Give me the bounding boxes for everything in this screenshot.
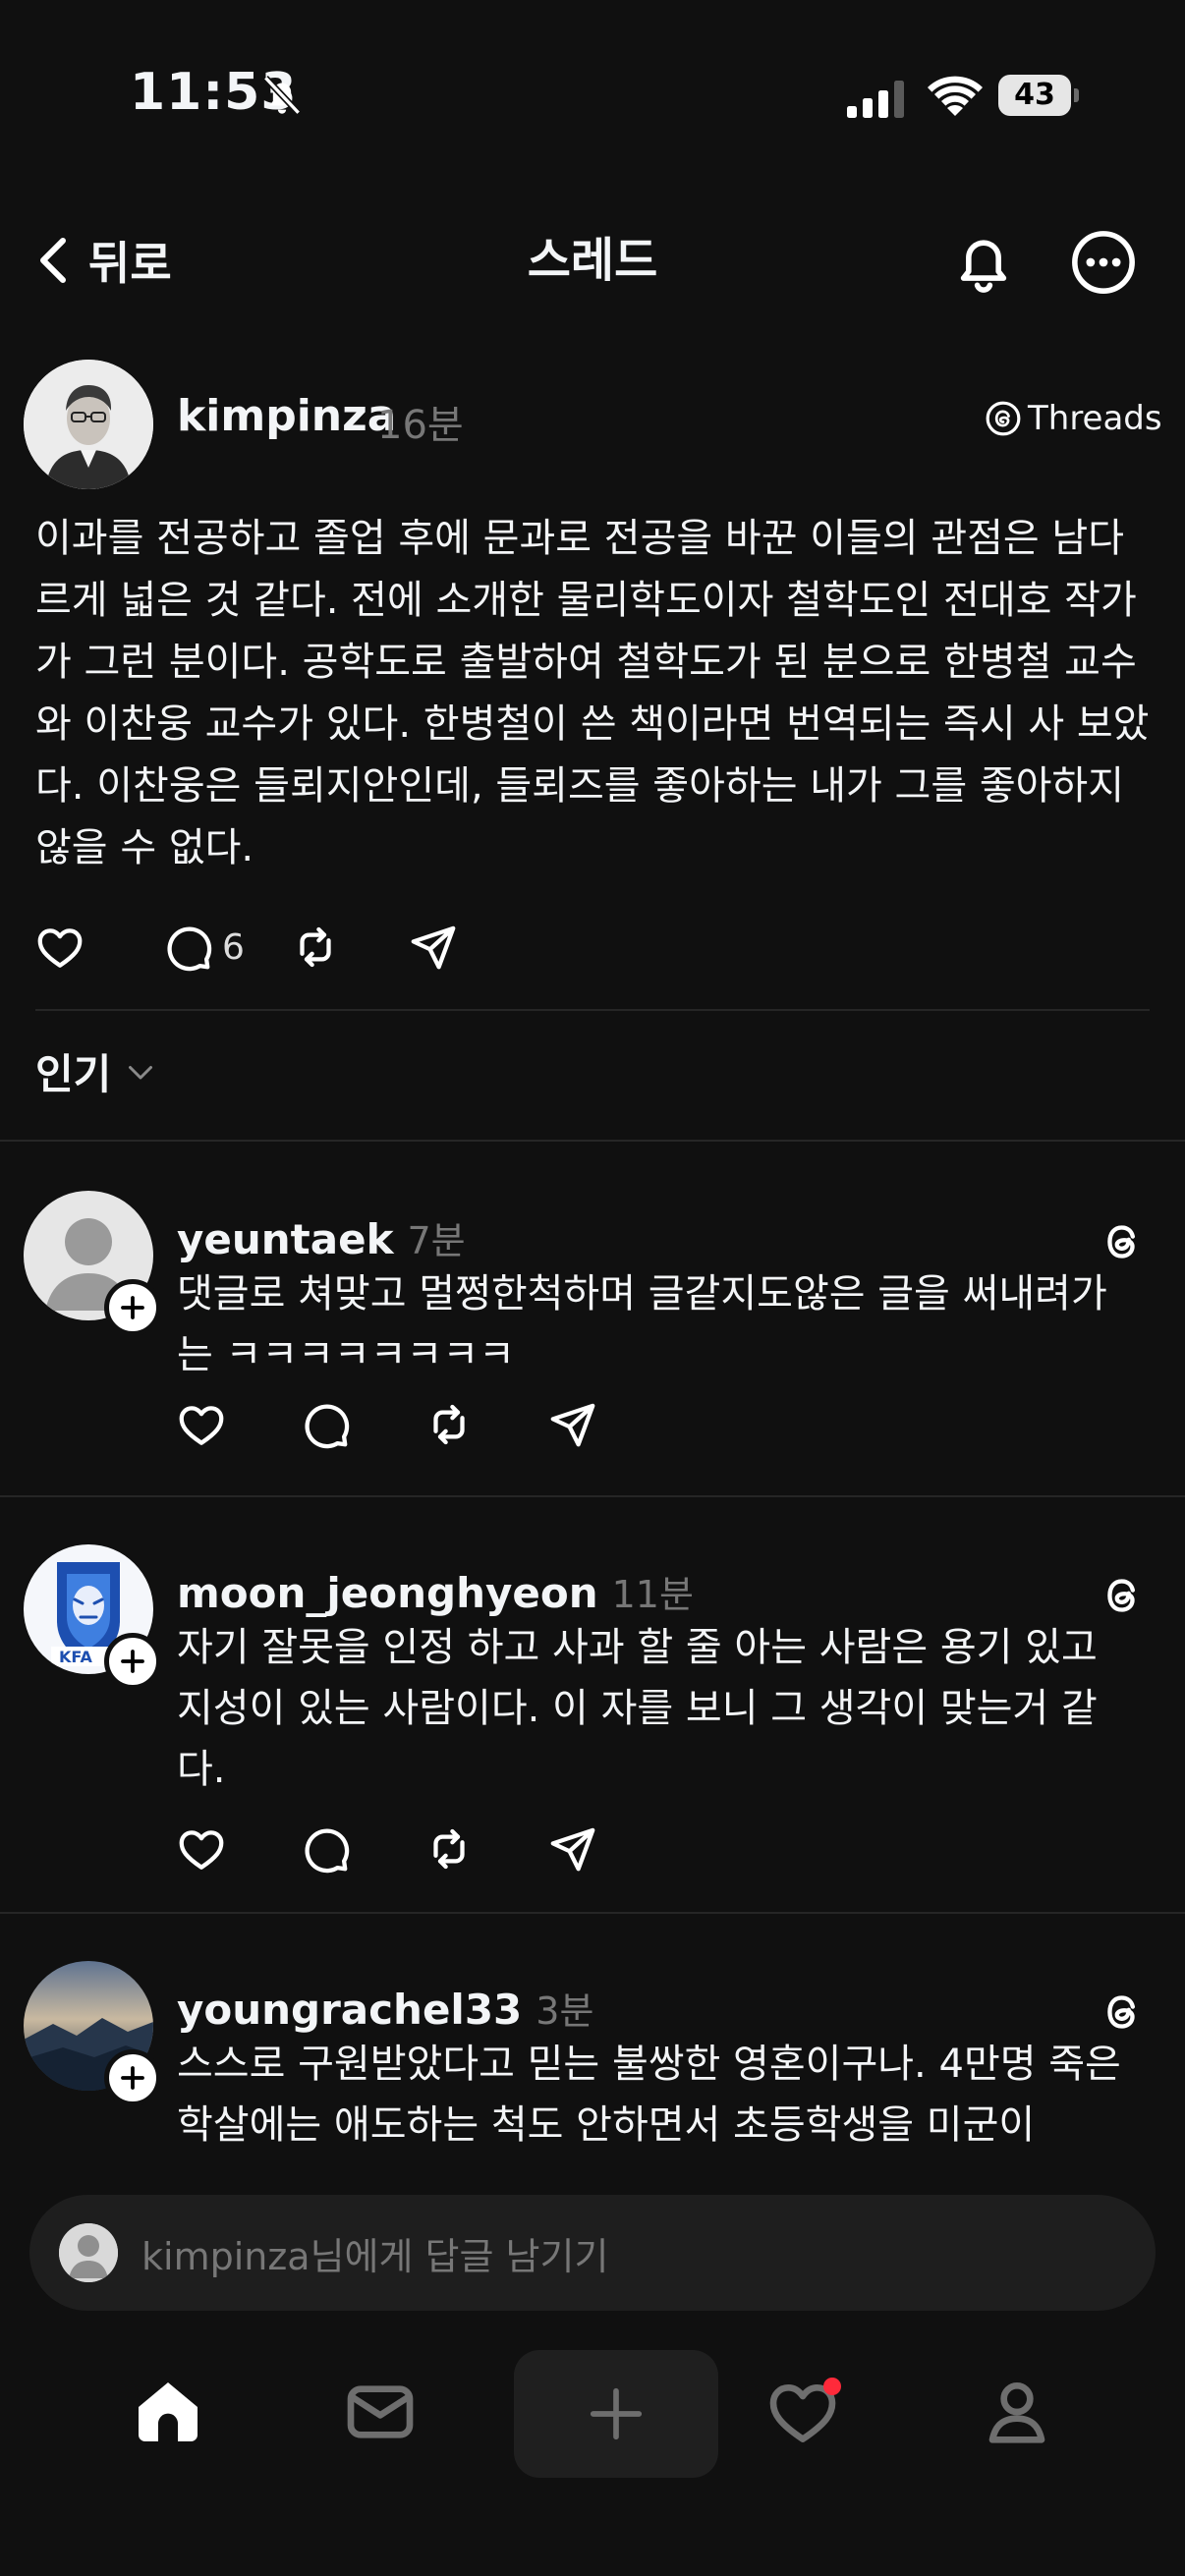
nav-header: 뒤로 스레드: [0, 187, 1185, 334]
post-username[interactable]: kimpinza: [177, 391, 396, 441]
sort-label: 인기: [35, 1050, 112, 1098]
post-timestamp: 16분: [377, 403, 464, 448]
divider: [0, 1495, 1185, 1497]
back-button[interactable]: 뒤로: [33, 187, 172, 334]
reply-header: yeuntaek 7분: [177, 1210, 466, 1264]
home-icon: [139, 2382, 198, 2441]
reply-username[interactable]: yeuntaek: [177, 1215, 394, 1263]
signal-icon: [847, 81, 904, 118]
threads-badge[interactable]: Threads: [985, 399, 1162, 438]
share-button[interactable]: [407, 918, 505, 977]
back-label: 뒤로: [88, 237, 172, 290]
tab-inbox[interactable]: [316, 2348, 444, 2476]
bell-slash-icon: [262, 76, 302, 115]
battery-indicator: 43: [998, 75, 1079, 116]
post-body: 이과를 전공하고 졸업 후에 문과로 전공을 바꾼 이들의 관점은 남다르게 넓…: [35, 516, 1150, 870]
reply-body: 자기 잘못을 인정 하고 사과 할 줄 아는 사람은 용기 있고 지성이 있는 …: [177, 1625, 1098, 1792]
reply-input-placeholder: kimpinza님에게 답글 남기기: [141, 2234, 609, 2278]
profile-icon: [988, 2382, 1045, 2443]
plus-icon: [121, 1650, 144, 1673]
avatar: [59, 2223, 118, 2282]
follow-button[interactable]: [104, 2049, 161, 2106]
reply-input[interactable]: kimpinza님에게 답글 남기기: [29, 2195, 1156, 2311]
comment-icon[interactable]: [299, 1822, 352, 1876]
threads-badge-label: Threads: [1028, 399, 1162, 438]
reply-item: youngrachel33 3분 스스로 구원받았다고 믿는 불쌍한 영혼이구나…: [0, 1961, 1185, 2157]
svg-text:KFA: KFA: [59, 1648, 92, 1666]
repost-icon[interactable]: [423, 1398, 476, 1451]
avatar[interactable]: [24, 360, 153, 489]
reply-header: youngrachel33 3분: [177, 1981, 593, 2035]
tab-create[interactable]: [514, 2350, 718, 2478]
reply-header: moon_jeonghyeon 11분: [177, 1564, 694, 1618]
status-bar: 11:53 43: [0, 0, 1185, 187]
chevron-down-icon: [129, 1065, 153, 1079]
heart-icon[interactable]: [175, 1822, 228, 1876]
comment-button[interactable]: 6: [161, 918, 255, 977]
more-icon[interactable]: [1069, 228, 1138, 297]
reply-actions: [175, 1395, 599, 1454]
follow-button[interactable]: [104, 1633, 161, 1690]
plus-icon: [121, 1296, 144, 1319]
send-icon: [411, 925, 456, 970]
plus-icon: [121, 2066, 144, 2090]
comment-icon: [167, 926, 212, 972]
threads-logo-icon[interactable]: [1097, 1570, 1148, 1621]
plus-icon: [590, 2387, 643, 2440]
reply-body: 댓글로 쳐맞고 멀쩡한척하며 글같지도않은 글을 써내려가는 ㅋㅋㅋㅋㅋㅋㅋㅋ: [177, 1271, 1107, 1377]
tab-activity[interactable]: [739, 2348, 867, 2476]
follow-button[interactable]: [104, 1279, 161, 1336]
send-icon[interactable]: [546, 1398, 599, 1451]
battery-level: 43: [998, 75, 1071, 116]
notification-dot: [823, 2378, 841, 2395]
repost-icon[interactable]: [423, 1822, 476, 1876]
send-icon[interactable]: [546, 1822, 599, 1876]
reply-username[interactable]: youngrachel33: [177, 1986, 522, 2034]
threads-logo-icon: [986, 401, 1021, 436]
sort-dropdown[interactable]: 인기: [35, 1041, 158, 1101]
default-avatar-icon: [59, 2223, 118, 2282]
reply-actions: [175, 1820, 599, 1878]
divider: [0, 1912, 1185, 1914]
reply-item: yeuntaek 7분 댓글로 쳐맞고 멀쩡한척하며 글같지도않은 글을 써내려…: [0, 1191, 1185, 1485]
reply-username[interactable]: moon_jeonghyeon: [177, 1569, 598, 1617]
threads-logo-icon[interactable]: [1097, 1216, 1148, 1267]
reply-item: KFA moon_jeonghyeon 11분 자기 잘못을 인정 하고 사과 …: [0, 1544, 1185, 1874]
reply-count: 6: [222, 926, 245, 968]
reply-timestamp: 3분: [536, 1989, 594, 2033]
battery-cap: [1074, 88, 1079, 102]
post-actions: 6: [33, 918, 505, 977]
reply-timestamp: 11분: [611, 1573, 694, 1616]
wifi-icon: [928, 76, 983, 116]
heart-icon: [37, 928, 83, 968]
like-button[interactable]: [33, 918, 132, 977]
divider: [0, 1140, 1185, 1142]
inbox-icon: [347, 2385, 414, 2438]
reply-timestamp: 7분: [407, 1219, 466, 1262]
reply-body: 스스로 구원받았다고 믿는 불쌍한 영혼이구나. 4만명 죽은 학살에는 애도하…: [177, 2042, 1121, 2148]
threads-logo-icon[interactable]: [1097, 1987, 1148, 2038]
divider: [35, 1009, 1150, 1011]
bell-icon[interactable]: [949, 228, 1018, 297]
repost-icon: [300, 926, 331, 968]
repost-button[interactable]: [289, 918, 387, 977]
chevron-left-icon: [40, 238, 66, 283]
comment-icon[interactable]: [299, 1398, 352, 1451]
person-photo-icon: [24, 360, 153, 489]
heart-icon[interactable]: [175, 1398, 228, 1451]
tab-profile[interactable]: [953, 2348, 1081, 2476]
tab-home[interactable]: [104, 2348, 232, 2476]
